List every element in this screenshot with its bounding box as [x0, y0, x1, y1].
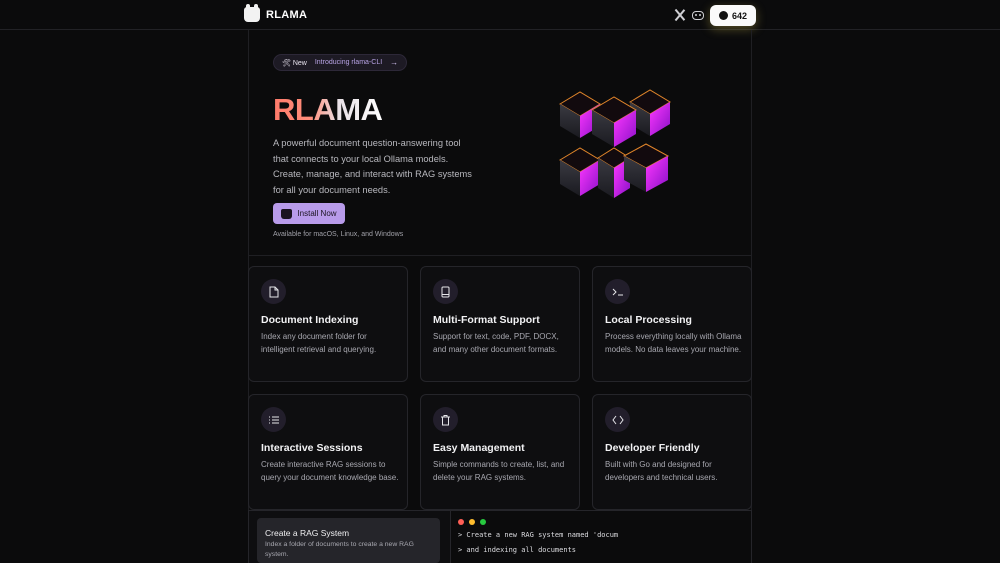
- hero-title: RLAMA: [273, 92, 383, 127]
- cube: [559, 147, 601, 196]
- feature-title: Document Indexing: [261, 314, 359, 326]
- top-navbar: RLAMA 642: [0, 0, 1000, 30]
- feature-title: Multi-Format Support: [433, 314, 540, 326]
- cubes-illustration: [559, 89, 671, 198]
- pill-text: Introducing rlama-CLI: [314, 59, 383, 66]
- github-star-count: 642: [731, 10, 748, 21]
- x-icon[interactable]: [674, 9, 686, 21]
- feature-card-document-indexing: Document Indexing Index any document fol…: [248, 266, 408, 382]
- install-button[interactable]: Install Now: [273, 203, 345, 224]
- terminal-maximize-dot: [480, 519, 486, 525]
- file-icon: [261, 279, 286, 304]
- availability-note: Available for macOS, Linux, and Windows: [273, 231, 404, 238]
- hero-description: A powerful document question-answering t…: [273, 138, 472, 195]
- feature-card-multi-format: Multi-Format Support Support for text, c…: [420, 266, 580, 382]
- feature-title: Interactive Sessions: [261, 442, 363, 454]
- feature-card-developer-friendly: Developer Friendly Built with Go and des…: [592, 394, 752, 510]
- feature-title: Local Processing: [605, 314, 692, 326]
- terminal-icon: [605, 279, 630, 304]
- discord-icon[interactable]: [692, 11, 704, 20]
- github-icon: [718, 11, 728, 20]
- terminal-minimize-dot: [469, 519, 475, 525]
- feature-description: Simple commands to create, list, and del…: [433, 460, 565, 482]
- cube: [622, 143, 670, 192]
- terminal-line: > Create a new RAG system named 'docum: [458, 531, 619, 539]
- feature-card-easy-management: Easy Management Simple commands to creat…: [420, 394, 580, 510]
- announcement-pill[interactable]: 🛠 New Introducing rlama-CLI →: [273, 54, 408, 71]
- code-icon: [605, 407, 630, 432]
- trash-icon: [433, 407, 458, 432]
- terminal-close-dot: [458, 519, 464, 525]
- demo-step-description: Index a folder of documents to create a …: [265, 541, 414, 558]
- brand-name: RLAMA: [266, 8, 308, 21]
- feature-description: Create interactive RAG sessions to query…: [261, 460, 399, 482]
- arrow-right-icon: →: [390, 58, 399, 67]
- demo-step-title: Create a RAG System: [265, 528, 350, 538]
- feature-card-interactive-sessions: Interactive Sessions Create interactive …: [248, 394, 408, 510]
- terminal-line: > and indexing all documents: [458, 546, 577, 554]
- feature-card-local-processing: Local Processing Process everything loca…: [592, 266, 752, 382]
- llama-icon: [281, 208, 293, 219]
- install-button-label: Install Now: [297, 209, 337, 218]
- llama-logo-icon: [244, 4, 260, 22]
- github-stars-button[interactable]: 642: [710, 5, 756, 26]
- feature-description: Support for text, code, PDF, DOCX, and m…: [433, 332, 559, 354]
- pill-tag: 🛠 New: [282, 59, 307, 67]
- hero-divider: [248, 255, 752, 256]
- brand-logo-link[interactable]: RLAMA: [244, 4, 308, 22]
- feature-description: Index any document folder for intelligen…: [261, 332, 377, 354]
- list-icon: [261, 407, 286, 432]
- feature-title: Easy Management: [433, 442, 525, 454]
- feature-description: Process everything locally with Ollama m…: [605, 332, 742, 354]
- feature-description: Built with Go and designed for developer…: [605, 460, 718, 482]
- book-icon: [433, 279, 458, 304]
- feature-title: Developer Friendly: [605, 442, 700, 454]
